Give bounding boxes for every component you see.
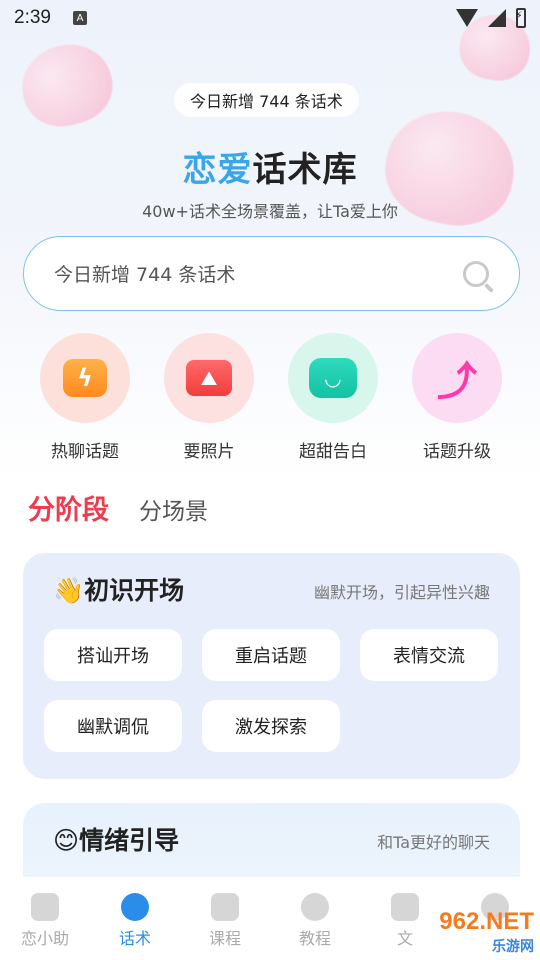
feature-topic-upgrade-circle: ⤴ [412, 333, 502, 423]
tab-label: 文 [396, 929, 413, 948]
tab-articles[interactable]: 文 [360, 893, 450, 949]
signal-icon [488, 9, 506, 27]
tab-by-scene[interactable]: 分场景 [139, 492, 208, 526]
card-description: 幽默开场，引起异性兴趣 [313, 583, 490, 602]
feature-ask-photo-circle: ⛰ [164, 333, 254, 423]
page-title-accent: 恋爱 [182, 150, 253, 190]
card-description: 和Ta更好的聊天 [377, 833, 490, 852]
feature-label: 热聊话题 [51, 442, 119, 462]
tab-by-stage[interactable]: 分阶段 [28, 488, 109, 527]
chat-smile-icon: ◡ [309, 358, 357, 398]
card-title: 👋初识开场 [53, 571, 184, 607]
search-placeholder: 今日新增 744 条话术 [54, 264, 236, 286]
compass-icon [301, 893, 329, 921]
search-icon[interactable] [463, 260, 489, 287]
feature-sweet-confession-circle: ◡ [288, 333, 378, 423]
feature-hot-chat-circle: ϟ [40, 333, 130, 423]
tab-assistant[interactable]: 恋小助 [0, 893, 90, 949]
battery-icon [515, 8, 526, 28]
feature-label: 话题升级 [423, 442, 491, 462]
feature-label: 要照片 [183, 442, 235, 462]
video-icon [211, 893, 239, 921]
feature-label: 超甜告白 [299, 442, 367, 462]
page-title: 恋爱话术库 [0, 142, 540, 191]
chip-pickup-opening[interactable]: 搭讪开场 [44, 629, 182, 681]
feature-ask-photo[interactable]: ⛰ 要照片 [149, 333, 269, 462]
new-count-pill: 今日新增 744 条话术 [174, 83, 359, 117]
site-watermark: 962.NET 乐游网 [439, 908, 534, 956]
document-icon [391, 893, 419, 921]
arrow-up-icon: ⤴ [437, 359, 477, 405]
tab-scripts[interactable]: 话术 [90, 893, 180, 949]
wifi-icon [456, 9, 478, 27]
search-bar[interactable]: 今日新增 744 条话术 [23, 236, 520, 311]
chip-emoji-exchange[interactable]: 表情交流 [360, 629, 498, 681]
wave-emoji-icon: 👋 [53, 576, 85, 605]
status-time: 2:39 [14, 7, 51, 28]
chip-humor-tease[interactable]: 幽默调侃 [44, 700, 182, 752]
bolt-icon: ϟ [63, 359, 107, 397]
card-title: 😊情绪引导 [53, 821, 179, 857]
card-title-text: 初识开场 [84, 576, 185, 605]
photo-icon: ⛰ [186, 360, 232, 396]
tab-tutorials[interactable]: 教程 [270, 893, 360, 949]
page-title-rest: 话术库 [252, 150, 358, 190]
feature-topic-upgrade[interactable]: ⤴ 话题升级 [397, 333, 517, 462]
tab-label: 话术 [118, 929, 151, 948]
feature-sweet-confession[interactable]: ◡ 超甜告白 [273, 333, 393, 462]
page-subtitle: 40w+话术全场景覆盖，让Ta爱上你 [142, 202, 398, 221]
card-title-text: 情绪引导 [79, 826, 180, 855]
watermark-sub: 乐游网 [492, 938, 534, 954]
home-icon [31, 893, 59, 921]
stage-tabs: 分阶段 分场景 [28, 488, 208, 527]
message-icon [121, 893, 149, 921]
tab-label: 课程 [208, 929, 241, 948]
watermark-main: 962.NET [439, 908, 534, 935]
smile-emoji-icon: 😊 [53, 826, 80, 855]
category-card-opening: 👋初识开场 幽默开场，引起异性兴趣 搭讪开场 重启话题 表情交流 幽默调侃 激发… [23, 553, 520, 779]
status-icons [456, 8, 526, 28]
tab-courses[interactable]: 课程 [180, 893, 270, 949]
tab-label: 教程 [298, 929, 331, 948]
status-bar: 2:39 A [0, 0, 540, 36]
feature-hot-chat[interactable]: ϟ 热聊话题 [25, 333, 145, 462]
chip-restart-topic[interactable]: 重启话题 [202, 629, 340, 681]
tab-label: 恋小助 [20, 929, 69, 948]
notification-icon: A [72, 11, 87, 25]
chip-spark-exploration[interactable]: 激发探索 [202, 700, 340, 752]
